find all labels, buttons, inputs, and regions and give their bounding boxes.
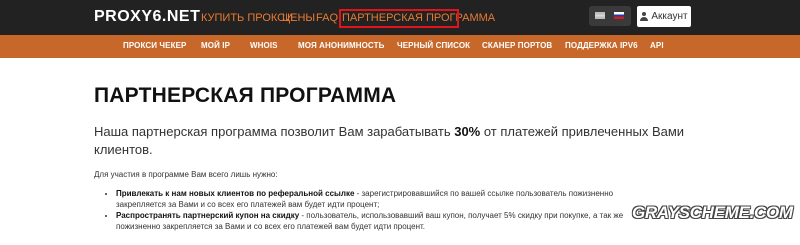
menu-whois[interactable]: WHOIS	[250, 41, 278, 50]
menu-my-anonymity[interactable]: МОЯ АНОНИМНОСТЬ	[298, 41, 384, 50]
menu-proxy-checker[interactable]: ПРОКСИ ЧЕКЕР	[123, 41, 186, 50]
top-bar: PROXY6.NET КУПИТЬ ПРОКСИ ЦЕНЫ FAQ ПАРТНЕ…	[0, 0, 800, 35]
site-logo[interactable]: PROXY6.NET	[94, 8, 200, 26]
requirements-list: Привлекать к нам новых клиентов по рефер…	[104, 188, 664, 232]
user-icon	[640, 12, 649, 21]
menu-blacklist[interactable]: ЧЕРНЫЙ СПИСОК	[397, 41, 470, 50]
nav-prices[interactable]: ЦЕНЫ	[282, 12, 315, 24]
english-flag-icon[interactable]	[595, 12, 605, 19]
commission-percent: 30%	[454, 124, 481, 139]
watermark: GRAYSCHEME.COM	[632, 203, 793, 222]
partner-link-highlight	[339, 9, 459, 28]
account-label: Аккаунт	[651, 11, 688, 22]
intro-text: Для участия в программе Вам всего лишь н…	[94, 170, 278, 179]
list-item: Распространять партнерский купон на скид…	[116, 210, 664, 232]
page-title: ПАРТНЕРСКАЯ ПРОГРАММА	[94, 84, 397, 107]
account-button[interactable]: Аккаунт	[637, 6, 691, 27]
menu-port-scanner[interactable]: СКАНЕР ПОРТОВ	[482, 41, 552, 50]
list-item: Привлекать к нам новых клиентов по рефер…	[116, 188, 664, 210]
nav-faq[interactable]: FAQ	[316, 12, 338, 24]
menu-ipv6-support[interactable]: ПОДДЕРЖКА IPV6	[565, 41, 638, 50]
russian-flag-icon[interactable]	[614, 12, 624, 19]
tools-menu: ПРОКСИ ЧЕКЕР МОЙ IP WHOIS МОЯ АНОНИМНОСТ…	[0, 35, 800, 58]
menu-api[interactable]: API	[650, 41, 664, 50]
lead-paragraph: Наша партнерская программа позволит Вам …	[94, 124, 685, 157]
menu-my-ip[interactable]: МОЙ IP	[201, 41, 230, 50]
language-switcher[interactable]	[589, 6, 631, 26]
nav-buy-proxy[interactable]: КУПИТЬ ПРОКСИ	[201, 12, 293, 24]
